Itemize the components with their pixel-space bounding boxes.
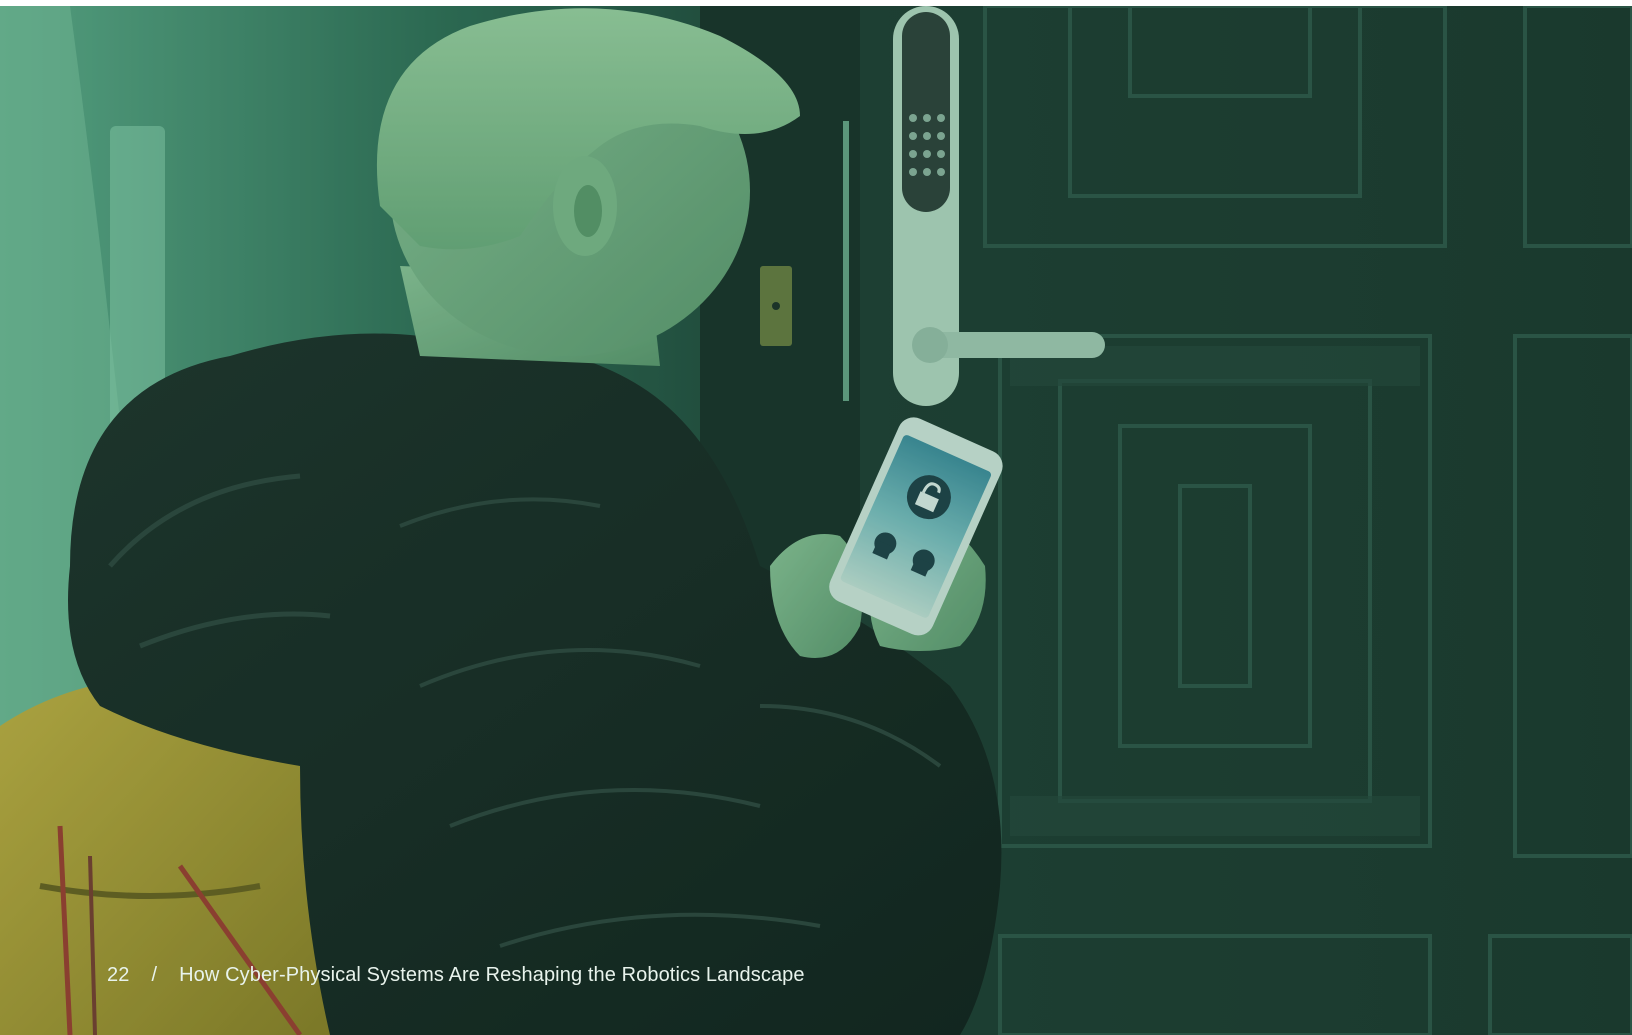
page-number: 22 <box>107 963 130 986</box>
footer-separator: / <box>151 963 158 986</box>
hero-photo <box>0 6 1632 1035</box>
document-title: How Cyber-Physical Systems Are Reshaping… <box>179 963 805 986</box>
photo-illustration <box>0 6 1632 1035</box>
page-footer: 22 / How Cyber-Physical Systems Are Resh… <box>107 960 805 990</box>
document-page: 22 / How Cyber-Physical Systems Are Resh… <box>0 0 1632 1035</box>
